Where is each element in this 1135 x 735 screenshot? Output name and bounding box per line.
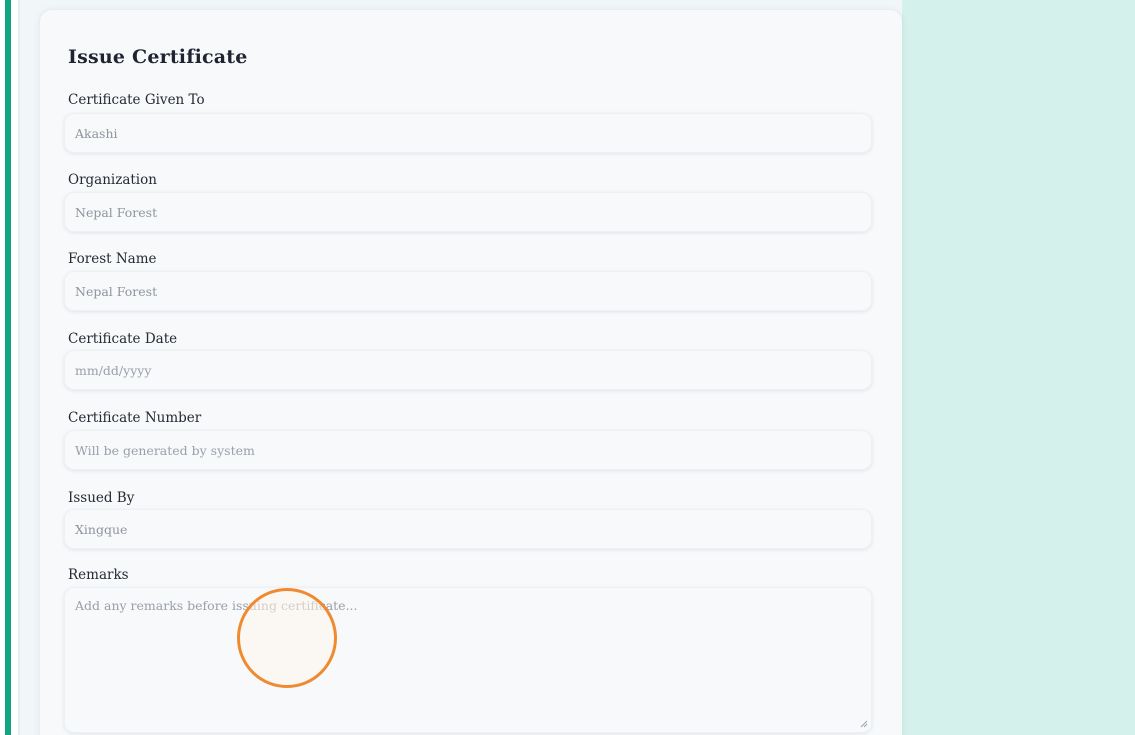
forest-name-label: Forest Name bbox=[68, 251, 157, 267]
given-to-input[interactable] bbox=[64, 113, 872, 153]
issue-certificate-card: Issue Certificate Certificate Given To O… bbox=[40, 10, 902, 735]
remarks-textarea[interactable] bbox=[64, 587, 872, 733]
organization-input[interactable] bbox=[64, 192, 872, 232]
certificate-date-input[interactable] bbox=[64, 350, 872, 390]
page: Issue Certificate Certificate Given To O… bbox=[0, 0, 1135, 735]
certificate-number-label: Certificate Number bbox=[68, 410, 202, 426]
resize-handle-icon[interactable] bbox=[860, 720, 868, 728]
forest-name-input[interactable] bbox=[64, 271, 872, 311]
side-panel bbox=[902, 0, 1135, 735]
certificate-number-input[interactable] bbox=[64, 430, 872, 470]
accent-bar bbox=[5, 0, 11, 735]
certificate-date-label: Certificate Date bbox=[68, 331, 178, 347]
issued-by-input[interactable] bbox=[64, 509, 872, 549]
form-title: Issue Certificate bbox=[68, 46, 248, 68]
given-to-label: Certificate Given To bbox=[68, 92, 205, 108]
remarks-label: Remarks bbox=[68, 567, 129, 583]
organization-label: Organization bbox=[68, 172, 157, 188]
issued-by-label: Issued By bbox=[68, 490, 135, 506]
panel-edge bbox=[18, 0, 20, 735]
